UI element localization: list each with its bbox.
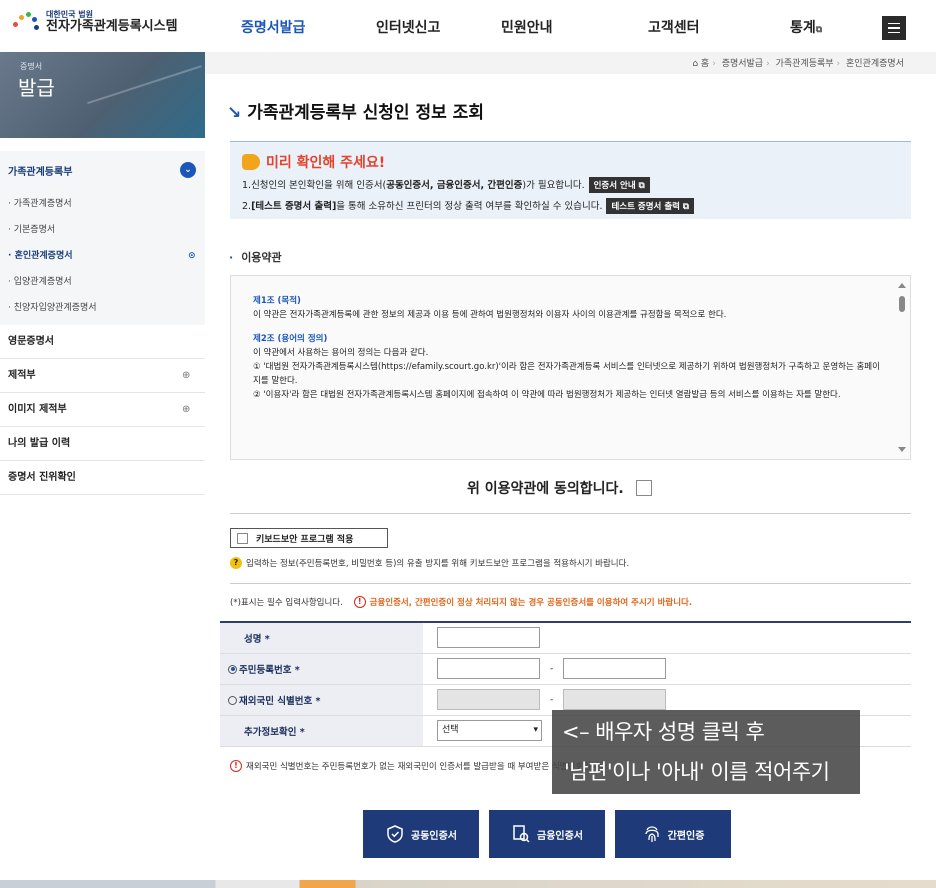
foreign-radio[interactable] [228,695,237,705]
court-emblem-icon [10,8,40,38]
form-row-name: 성명 * [220,622,911,654]
foreign-front-input [437,689,540,710]
sidebar: 증명서 발급 가족관계등록부 ⌄ · 가족관계증명서 · 기본증명서 · 혼인관… [0,52,205,888]
warning-text: 금융인증서, 간편인증이 정상 처리되지 않는 경우 공동인증서를 이용하여 주… [369,598,693,608]
warning-icon: ! [230,760,242,772]
arrow-right-icon: ⊙ [188,251,196,261]
name-input[interactable] [437,627,540,649]
rrn-back-input[interactable] [563,658,667,679]
keyboard-security-toggle[interactable]: 키보드보안 프로그램 적용 [230,528,388,548]
site-logo[interactable]: 대한민국 법원 전자가족관계등록시스템 [10,8,178,38]
megaphone-icon [242,154,260,170]
breadcrumb: ⌂ 홈 › 증명서발급 › 가족관계등록부 › 혼인관계증명서 [205,52,936,74]
sidebar-subitem-active[interactable]: · 혼인관계증명서 ⊙ [8,243,205,269]
sidebar-subitem[interactable]: · 가족관계증명서 [8,191,205,217]
sidebar-group-family-register[interactable]: 가족관계등록부 ⌄ [0,151,205,189]
terms-scrollbar[interactable] [898,280,907,455]
notice-heading: 미리 확인해 주세요! [266,155,386,171]
sidebar-subnav: · 가족관계증명서 · 기본증명서 · 혼인관계증명서 ⊙ · 입양관계증명서 ·… [0,189,205,325]
nav-online-report[interactable]: 인터넷신고 [376,17,440,37]
annotation-overlay: <– 배우자 성명 클릭 후 '남편'이나 '아내' 이름 적어주기 [552,710,860,794]
article-1-title: 제1조 (목적) [253,296,301,306]
logo-title: 전자가족관계등록시스템 [46,19,178,35]
required-note: (*)표시는 필수 입력사항입니다. ! 금융인증서, 간편인증이 정상 처리되지… [230,596,693,608]
annotation-line-1: <– 배우자 성명 클릭 후 [562,720,765,744]
sidebar-item-verify[interactable]: 증명서 진위확인 [0,461,205,495]
test-print-button[interactable]: 테스트 증명서 출력 ⧉ [606,198,694,214]
notice-line-2: 2.[테스트 증명서 출력]을 통해 소유하신 프린터의 정상 출력 여부를 확… [242,198,899,214]
nav-statistics-label: 통계 [790,20,816,36]
menu-button[interactable] [882,16,906,40]
terms-box[interactable]: 제1조 (목적) 이 약관은 전자가족관계등록에 관한 정보의 제공과 이용 등… [230,275,911,460]
cert-search-icon [513,825,530,843]
foreign-option[interactable]: 재외국민 식별번호 * [220,684,423,716]
banner-small-text: 증명서 [20,62,43,71]
foreign-back-input [563,689,667,710]
agree-checkbox[interactable] [635,480,652,496]
financial-cert-button[interactable]: 금융인증서 [489,810,605,858]
joint-cert-button[interactable]: 공동인증서 [363,810,479,858]
terms-section-title: · 이용약관 [229,251,282,264]
sidebar-item-removed-register[interactable]: 제적부 ⊕ [0,359,205,393]
top-header: 대한민국 법원 전자가족관계등록시스템 증명서발급 인터넷신고 민원안내 고객센… [0,0,936,52]
nav-certificate[interactable]: 증명서발급 [241,17,305,37]
chevron-down-icon: ⌄ [180,162,196,178]
form-row-rrn: 주민등록번호 * - [220,653,911,685]
page-title: ↘ 가족관계등록부 신청인 정보 조회 [227,103,484,123]
plus-circle-icon: ⊕ [182,370,191,381]
article-2-item-2: ② '이용자'라 함은 대법원 전자가족관계등록시스템 홈페이지에 접속하여 이… [253,390,841,401]
home-icon[interactable]: ⌂ [692,59,698,69]
agree-label: 위 이용약관에 동의합니다. [467,481,624,497]
warning-icon: ! [353,596,366,608]
article-2-intro: 이 약관에서 사용하는 용어의 정의는 다음과 같다. [253,348,429,359]
notice-box: 미리 확인해 주세요! 1.신청인의 본인확인을 위해 인증서(공동인증서, 금… [230,141,911,219]
sidebar-subitem[interactable]: · 기본증명서 [8,217,205,243]
annotation-line-2: '남편'이나 '아내' 이름 적어주기 [564,760,830,784]
plus-circle-icon: ⊕ [182,404,191,415]
sidebar-subitem[interactable]: · 친양자입양관계증명서 [8,295,205,321]
shield-check-icon [387,825,403,843]
nav-civil-guide[interactable]: 민원안내 [501,17,553,37]
sidebar-item-english[interactable]: 영문증명서 [0,325,205,359]
simple-auth-button[interactable]: 간편인증 [615,810,731,858]
extra-info-select[interactable]: 선택 [437,720,542,741]
rrn-option[interactable]: 주민등록번호 * [220,653,423,685]
article-2-item-1: ① '대법원 전자가족관계등록시스템(https://efamily.scour… [253,362,880,387]
article-2-title: 제2조 (용어의 정의) [253,334,328,345]
fingerprint-icon [644,826,659,842]
sidebar-group-label: 가족관계등록부 [8,167,73,178]
rrn-radio[interactable] [228,664,237,674]
rrn-front-input[interactable] [437,658,540,679]
keyboard-note: ? 입력하는 정보(주민등록번호, 비밀번호 등)의 유출 방지를 위해 키보드보… [230,557,629,569]
sidebar-subitem[interactable]: · 입양관계증명서 [8,269,205,295]
auth-buttons: 공동인증서 금융인증서 간편인증 [363,810,731,858]
banner-title: 발급 [18,76,55,100]
name-label: 성명 * [220,622,423,654]
sidebar-banner: 증명서 발급 [0,52,205,138]
keyboard-security-checkbox[interactable] [237,532,248,544]
sidebar-item-image-register[interactable]: 이미지 제적부 ⊕ [0,393,205,427]
external-link-icon: ⧉ [815,25,823,35]
notice-line-1: 1.신청인의 본인확인을 위해 인증서(공동인증서, 금융인증서, 간편인증)가… [242,177,899,193]
nav-customer-center[interactable]: 고객센터 [648,17,700,37]
cert-guide-button[interactable]: 인증서 안내 ⧉ [588,177,650,193]
nav-statistics[interactable]: 통계⧉ [790,17,822,37]
terms-agree: 위 이용약관에 동의합니다. [467,478,652,498]
extra-info-label: 추가정보확인 * [220,715,423,747]
bottom-strip [0,880,936,888]
question-icon: ? [230,557,242,569]
sidebar-item-history[interactable]: 나의 발급 이력 [0,427,205,461]
article-1-text: 이 약관은 전자가족관계등록에 관한 정보의 제공과 이용 등에 관하여 법원행… [253,310,727,321]
